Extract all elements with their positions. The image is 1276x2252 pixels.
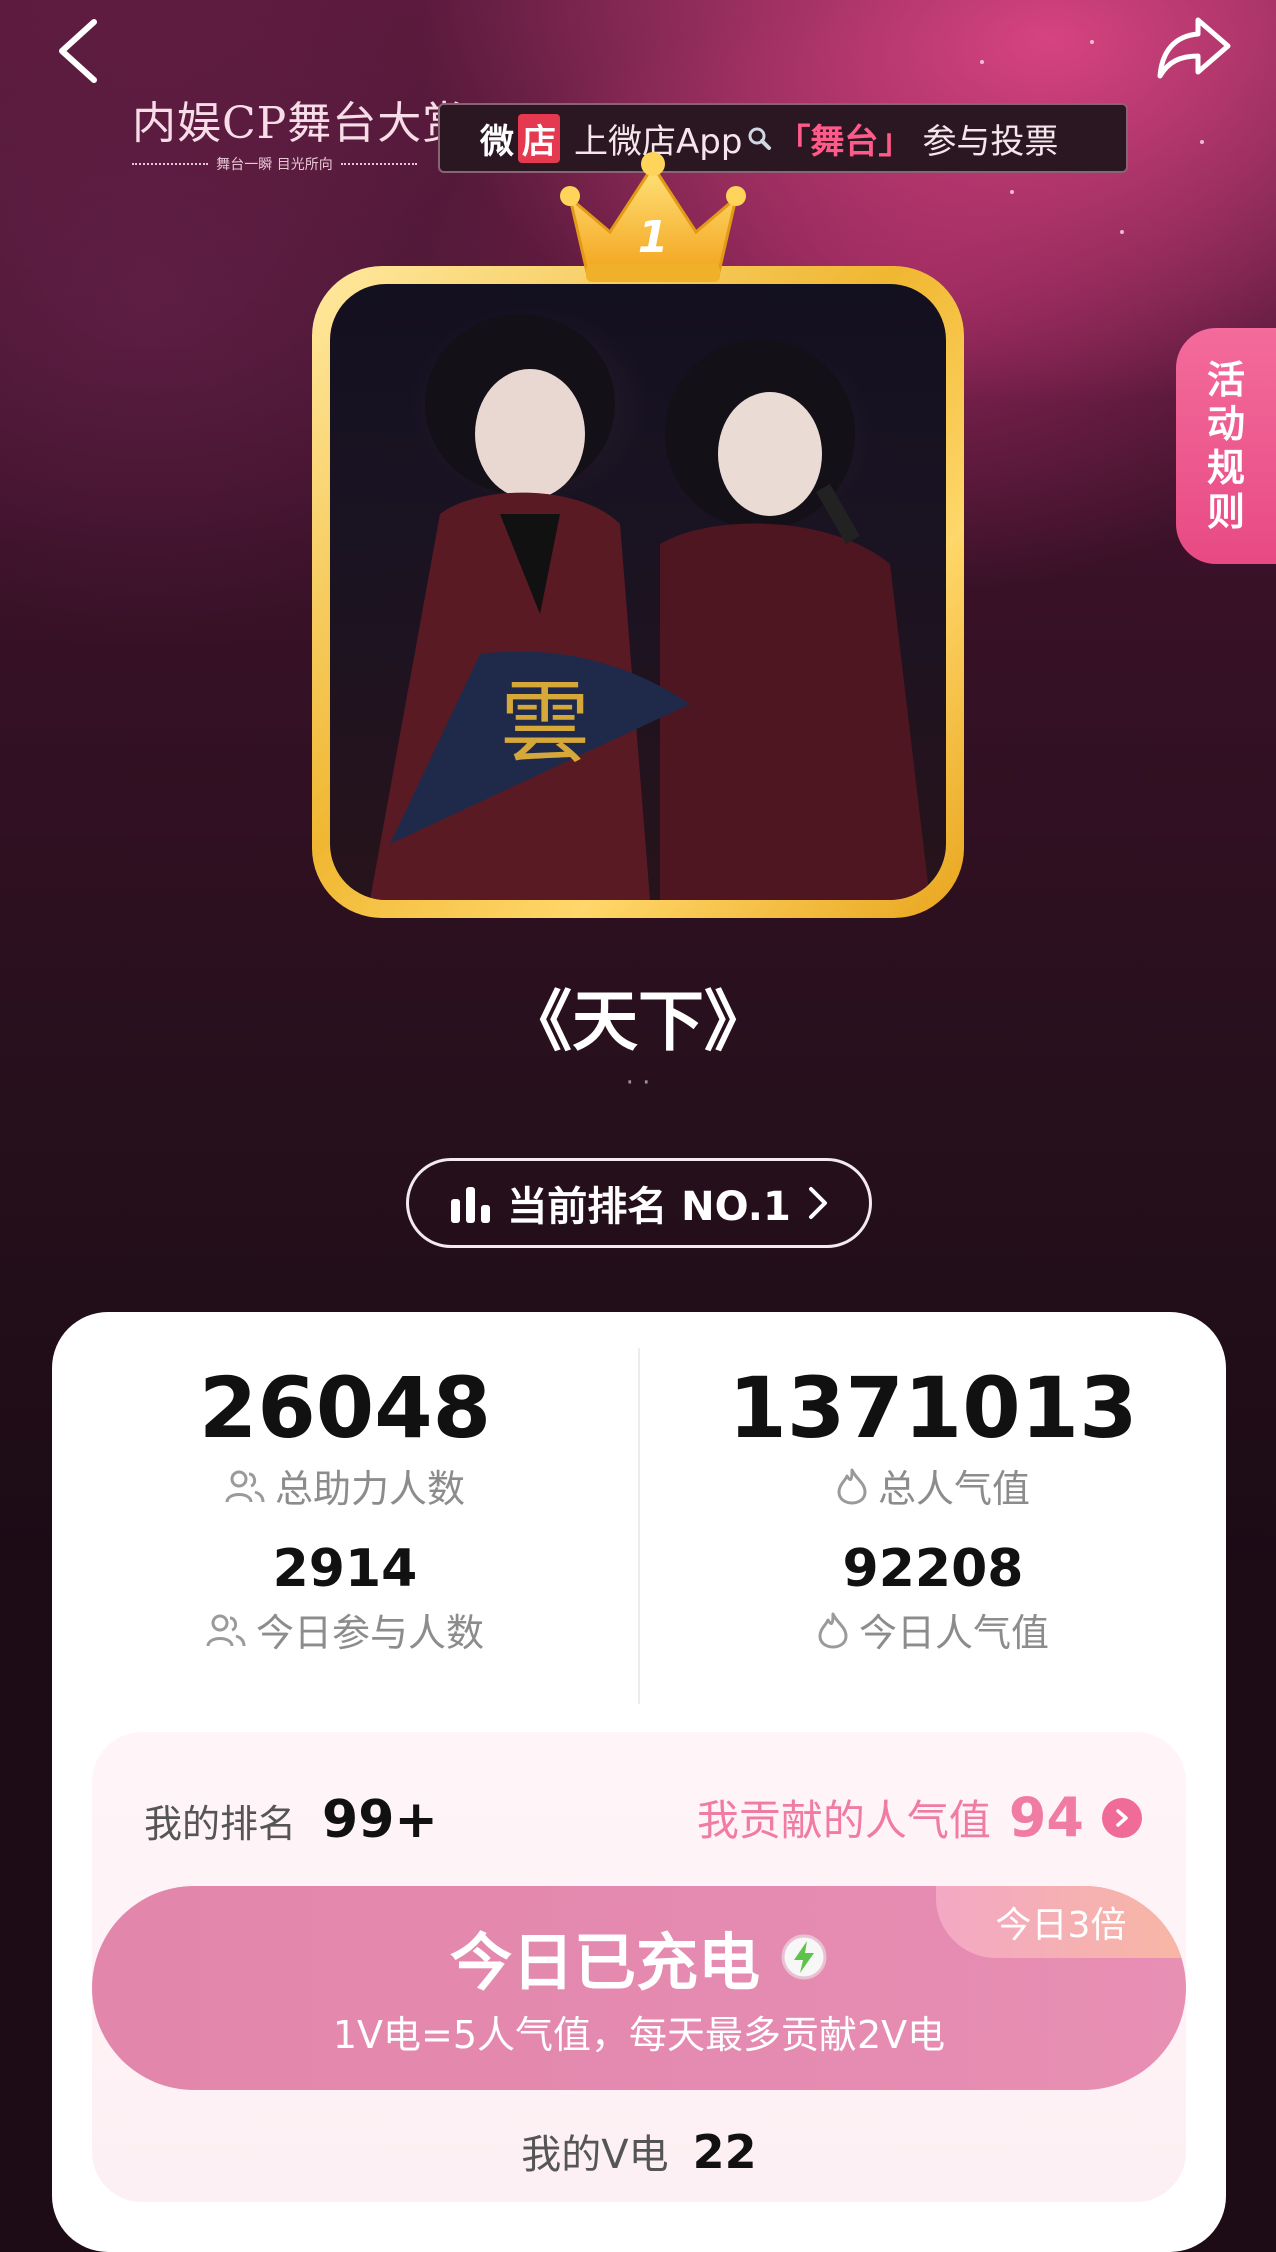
my-contribution-link[interactable]: 我贡献的人气值 94 bbox=[697, 1786, 1142, 1849]
sparkle bbox=[1120, 230, 1124, 234]
stat-label: 总助力人数 bbox=[274, 1467, 465, 1511]
chevron-right-icon bbox=[1102, 1797, 1142, 1838]
charge-button[interactable]: 今日3倍 今日已充电 1V电=5人气值，每天最多贡献2V电 bbox=[92, 1886, 1186, 2090]
stat-total-helpers: 26048 总助力人数 bbox=[52, 1360, 638, 1513]
stat-today-participants: 2914 今日参与人数 bbox=[52, 1538, 638, 1657]
stage-title: 《天下》 bbox=[506, 983, 770, 1060]
stage-subtitle: · · bbox=[625, 1068, 651, 1098]
user-group-icon bbox=[206, 1614, 246, 1646]
chevron-right-icon bbox=[808, 1187, 827, 1219]
stats-card: 26048 总助力人数 1371013 总人气值 2914 今日参与人数 922… bbox=[52, 1312, 1226, 2252]
my-v-power: 我的V电 22 bbox=[92, 2122, 1186, 2180]
search-icon bbox=[748, 127, 772, 150]
stat-label: 今日人气值 bbox=[858, 1611, 1049, 1655]
stat-label: 总人气值 bbox=[877, 1467, 1030, 1511]
contrib-label: 我贡献的人气值 bbox=[696, 1796, 991, 1845]
rules-char: 则 bbox=[1206, 490, 1245, 534]
my-v-value: 22 bbox=[692, 2125, 757, 2179]
event-logo: 内娱CP舞台大赏 舞台一瞬 目光所向 bbox=[132, 98, 468, 174]
rules-char: 规 bbox=[1206, 446, 1245, 490]
back-icon bbox=[59, 19, 97, 83]
logo-subtitle: 舞台一瞬 目光所向 bbox=[132, 154, 418, 174]
flame-icon bbox=[818, 1612, 848, 1648]
user-group-icon bbox=[225, 1470, 265, 1502]
sparkle bbox=[980, 60, 984, 64]
my-rank-value: 99+ bbox=[322, 1790, 438, 1850]
performers-illustration: 雲 bbox=[370, 314, 930, 900]
share-button[interactable] bbox=[1154, 12, 1234, 82]
stat-total-popularity: 1371013 总人气值 bbox=[640, 1360, 1226, 1513]
banner-text-c: 参与投票 bbox=[922, 121, 1059, 162]
flame-icon bbox=[837, 1468, 867, 1504]
share-icon bbox=[1157, 17, 1231, 79]
my-rank-label: 我的排名 bbox=[144, 1802, 297, 1846]
stat-value: 1371013 bbox=[728, 1359, 1138, 1457]
banner-dian: 店 bbox=[518, 113, 560, 163]
charge-title: 今日已充电 bbox=[449, 1926, 760, 1999]
lightning-icon bbox=[781, 1934, 827, 1980]
rules-char: 动 bbox=[1206, 402, 1245, 446]
banner-stage: 「舞台」 bbox=[776, 121, 913, 162]
sparkle bbox=[1010, 190, 1014, 194]
rank-crown: 1 bbox=[558, 148, 748, 288]
back-button[interactable] bbox=[56, 16, 106, 86]
charge-rule: 1V电=5人气值，每天最多贡献2V电 bbox=[332, 2013, 946, 2057]
stat-value: 2914 bbox=[272, 1539, 418, 1599]
current-rank-button[interactable]: 当前排名 NO.1 bbox=[406, 1158, 872, 1248]
rank-number: 1 bbox=[638, 212, 669, 263]
contrib-value: 94 bbox=[1008, 1786, 1084, 1849]
stage-photo-frame: 雲 bbox=[312, 266, 964, 918]
logo-title: 内娱CP舞台大赏 bbox=[132, 98, 468, 149]
crown-icon: 1 bbox=[560, 152, 746, 282]
sparkle bbox=[1090, 40, 1094, 44]
stat-today-popularity: 92208 今日人气值 bbox=[640, 1538, 1226, 1657]
stat-value: 26048 bbox=[198, 1359, 492, 1457]
stat-label: 今日参与人数 bbox=[255, 1611, 484, 1655]
svg-text:雲: 雲 bbox=[500, 671, 590, 776]
banner-wei: 微 bbox=[480, 121, 514, 162]
activity-rules-tab[interactable]: 活 动 规 则 bbox=[1176, 328, 1276, 564]
my-rank: 我的排名 99+ bbox=[144, 1790, 438, 1850]
sparkle bbox=[1200, 140, 1204, 144]
stage-photo[interactable]: 雲 bbox=[330, 284, 946, 900]
bar-chart-icon bbox=[451, 1187, 491, 1223]
logo-slogan: 舞台一瞬 目光所向 bbox=[216, 157, 333, 173]
current-rank-label: 当前排名 NO.1 bbox=[507, 1184, 791, 1230]
weidian-banner[interactable]: 微 店 上微店App 「舞台」 参与投票 bbox=[438, 103, 1128, 173]
stat-value: 92208 bbox=[842, 1539, 1024, 1599]
my-contribution-panel: 我的排名 99+ 我贡献的人气值 94 今日3倍 今日已充电 1V电=5人气值，… bbox=[92, 1732, 1186, 2202]
rules-char: 活 bbox=[1206, 358, 1245, 402]
my-v-label: 我的V电 bbox=[521, 2132, 669, 2178]
